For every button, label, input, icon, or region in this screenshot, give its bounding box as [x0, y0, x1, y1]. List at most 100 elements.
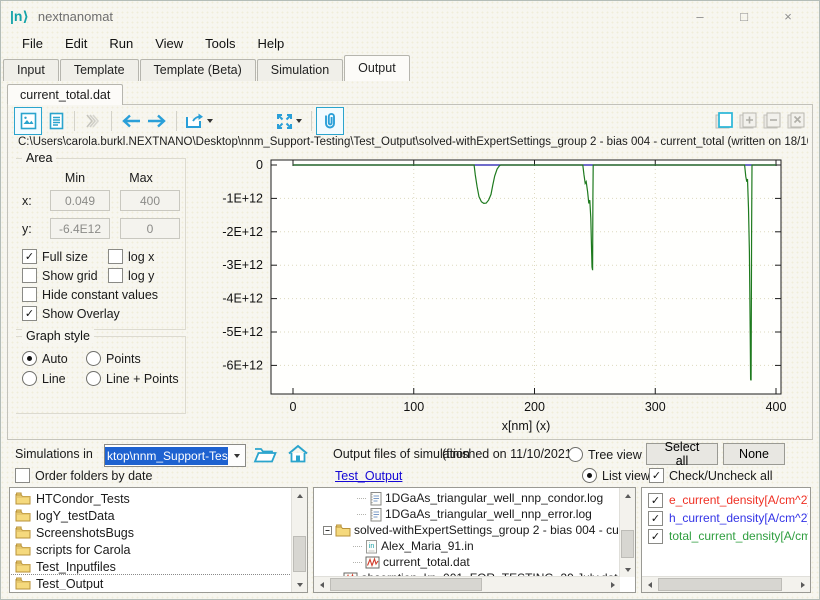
checkbox-hide-constant-values[interactable]: Hide constant values [22, 287, 174, 302]
select-all-button[interactable]: Select all [646, 443, 718, 465]
x-max-field[interactable] [120, 190, 180, 211]
forward-button[interactable] [144, 107, 172, 135]
series-item-e-current-density-a-cm-2[interactable]: ✓e_current_density[A/cm^2] [642, 491, 808, 509]
radio-circle[interactable] [22, 351, 37, 366]
scroll-left-icon[interactable] [642, 577, 657, 592]
radio-auto[interactable]: Auto [22, 351, 86, 366]
attach-overlay-button[interactable] [316, 107, 344, 135]
series-item-h-current-density-a-cm-2[interactable]: ✓h_current_density[A/cm^2] [642, 509, 808, 527]
check-uncheck-all-checkbox[interactable]: ✓ Check/Uncheck all [649, 468, 773, 483]
series-checkbox[interactable]: ✓ [648, 511, 663, 526]
x-min-field[interactable] [50, 190, 110, 211]
radio-circle[interactable] [22, 371, 37, 386]
menu-file[interactable]: File [11, 33, 54, 54]
checkbox-box[interactable]: ✓ [22, 306, 37, 321]
checkbox-full-size[interactable]: ✓Full size [22, 249, 108, 264]
layers-button[interactable] [79, 107, 107, 135]
maximize-button[interactable]: □ [722, 9, 766, 24]
tree-view-radio[interactable]: Tree view [568, 447, 642, 462]
series-checkbox[interactable]: ✓ [648, 493, 663, 508]
menu-help[interactable]: Help [247, 33, 296, 54]
test-output-link[interactable]: Test_Output [335, 469, 402, 483]
new-compare-page-button[interactable] [714, 111, 734, 131]
tree-item-solved-withexpertsettings-group-2-bias-0[interactable]: solved-withExpertSettings_group 2 - bias… [316, 522, 619, 538]
tab-input[interactable]: Input [3, 59, 59, 81]
current-density-chart[interactable]: 01002003004000-1E+12-2E+12-3E+12-4E+12-5… [186, 148, 820, 438]
remove-page-button[interactable] [762, 111, 782, 131]
simulations-folder-dropdown[interactable]: ktop\nnm_Support-Testing [104, 444, 246, 467]
checkbox-box[interactable] [22, 287, 37, 302]
series-item-total-current-density-a-cm-2[interactable]: ✓total_current_density[A/cm^2] [642, 527, 808, 545]
back-button[interactable] [116, 107, 144, 135]
radio-line-points[interactable]: Line + Points [86, 371, 182, 386]
checkbox-log-x[interactable]: log x [108, 249, 174, 264]
list-view-radio[interactable]: List view [582, 468, 650, 483]
tab-current-total-dat[interactable]: current_total.dat [7, 84, 123, 105]
tab-template-beta[interactable]: Template (Beta) [140, 59, 256, 81]
add-page-button[interactable] [738, 111, 758, 131]
tree-item-1dgaas-triangular-well-nnp-error-log[interactable]: 1DGaAs_triangular_well_nnp_error.log [316, 506, 619, 522]
radio-circle[interactable] [86, 371, 101, 386]
export-button[interactable] [181, 107, 217, 135]
menu-view[interactable]: View [144, 33, 194, 54]
folder-item-test-inputfiles[interactable]: Test_Inputfiles [10, 558, 291, 575]
scrollbar-thumb[interactable] [330, 578, 482, 591]
checkbox-log-y[interactable]: log y [108, 268, 174, 283]
scrollbar-thumb[interactable] [293, 536, 306, 572]
folders-vertical-scrollbar[interactable] [291, 488, 307, 592]
scroll-up-icon[interactable] [292, 488, 307, 503]
tree-view-radio-circle[interactable] [568, 447, 583, 462]
scroll-right-icon[interactable] [795, 577, 810, 592]
home-button[interactable] [287, 444, 309, 464]
order-folders-checkbox-box[interactable] [15, 468, 30, 483]
scrollbar-thumb[interactable] [621, 530, 634, 558]
folder-item-logy-testdata[interactable]: logY_testData [10, 507, 291, 524]
menu-run[interactable]: Run [98, 33, 144, 54]
radio-line[interactable]: Line [22, 371, 86, 386]
tab-simulation[interactable]: Simulation [257, 59, 343, 81]
tree-expander-icon[interactable] [323, 526, 332, 535]
folder-item-htcondor-tests[interactable]: HTCondor_Tests [10, 490, 291, 507]
graph-view-button[interactable] [14, 107, 42, 135]
tree-vertical-scrollbar[interactable] [619, 488, 635, 577]
scroll-left-icon[interactable] [314, 577, 329, 592]
tree-item-1dgaas-triangular-well-nnp-condor-log[interactable]: 1DGaAs_triangular_well_nnp_condor.log [316, 490, 619, 506]
checkbox-box[interactable] [108, 268, 123, 283]
radio-circle[interactable] [86, 351, 101, 366]
order-folders-checkbox[interactable]: Order folders by date [15, 468, 152, 483]
scroll-right-icon[interactable] [605, 577, 620, 592]
series-horizontal-scrollbar[interactable] [642, 576, 810, 592]
tab-output[interactable]: Output [344, 55, 410, 81]
close-page-button[interactable] [786, 111, 806, 131]
minimize-button[interactable]: – [678, 9, 722, 24]
y-min-field[interactable] [50, 218, 110, 239]
scrollbar-thumb[interactable] [658, 578, 782, 591]
scroll-up-icon[interactable] [620, 488, 635, 503]
scroll-down-icon[interactable] [292, 577, 307, 592]
text-view-button[interactable] [42, 107, 70, 135]
radio-points[interactable]: Points [86, 351, 182, 366]
scroll-down-icon[interactable] [620, 562, 635, 577]
chart-area[interactable]: 01002003004000-1E+12-2E+12-3E+12-4E+12-5… [186, 148, 810, 437]
none-button[interactable]: None [723, 443, 785, 465]
checkbox-box[interactable]: ✓ [22, 249, 37, 264]
checkbox-box[interactable] [22, 268, 37, 283]
y-max-field[interactable] [120, 218, 180, 239]
tab-template[interactable]: Template [60, 59, 139, 81]
folder-item-screenshotsbugs[interactable]: ScreenshotsBugs [10, 524, 291, 541]
list-view-radio-circle[interactable] [582, 468, 597, 483]
menu-edit[interactable]: Edit [54, 33, 98, 54]
folder-item-test-output[interactable]: Test_Output [10, 575, 291, 590]
combo-arrow-icon[interactable] [228, 445, 245, 466]
tree-item-current-total-dat[interactable]: current_total.dat [316, 554, 619, 570]
checkbox-show-overlay[interactable]: ✓Show Overlay [22, 306, 174, 321]
check-uncheck-all-box[interactable]: ✓ [649, 468, 664, 483]
browse-folder-button[interactable] [253, 445, 277, 464]
tree-horizontal-scrollbar[interactable] [314, 576, 620, 592]
checkbox-show-grid[interactable]: Show grid [22, 268, 108, 283]
series-checkbox[interactable]: ✓ [648, 529, 663, 544]
menu-tools[interactable]: Tools [194, 33, 246, 54]
fullscreen-button[interactable] [269, 107, 307, 135]
close-button[interactable]: × [766, 9, 810, 24]
checkbox-box[interactable] [108, 249, 123, 264]
